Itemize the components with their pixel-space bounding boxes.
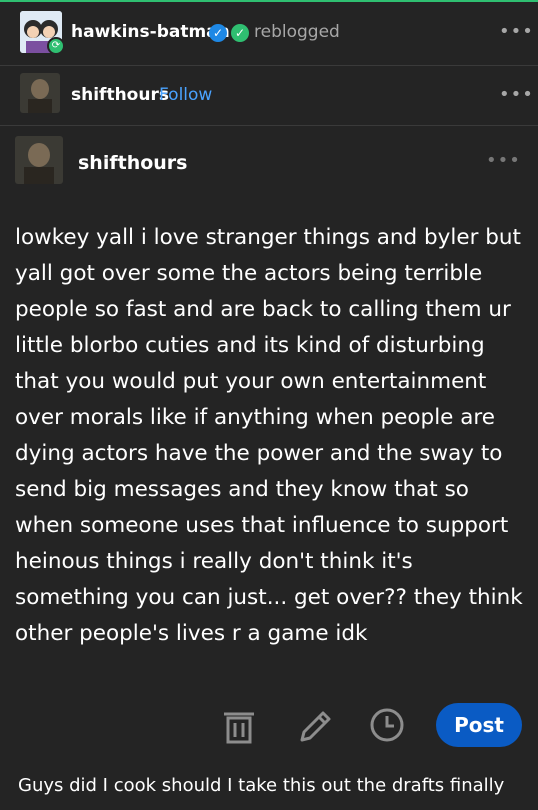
source-username[interactable]: shifthours (71, 85, 169, 105)
source-avatar[interactable] (20, 73, 60, 113)
post-line: lowkey yall i love stranger things and b… (15, 225, 521, 250)
post-line: little blorbo cuties and its kind of dis… (15, 333, 485, 358)
post-body: lowkey yall i love stranger things and b… (15, 220, 525, 652)
post-author[interactable]: shifthours (78, 152, 187, 174)
reblogger-username[interactable]: hawkins-batman (71, 22, 230, 42)
post-line: send big messages and they know that so (15, 477, 469, 502)
source-more-icon[interactable]: ••• (499, 86, 534, 104)
post-line: that you would put your own entertainmen… (15, 369, 487, 394)
top-accent-bar (0, 0, 538, 2)
post-more-icon[interactable]: ••• (486, 152, 521, 170)
follow-button[interactable]: Follow (159, 85, 212, 105)
source-divider (0, 125, 538, 126)
post-line: other people's lives r a game idk (15, 621, 368, 646)
author-avatar[interactable] (15, 136, 63, 184)
post-line: when someone uses that influence to supp… (15, 513, 509, 538)
more-horizontal-icon[interactable]: ••• (499, 23, 534, 41)
verified-blue-icon: ✓ (209, 24, 227, 42)
caption-text: Guys did I cook should I take this out t… (18, 775, 505, 796)
reblogged-label: reblogged (254, 22, 340, 42)
header-divider (0, 65, 538, 66)
clock-icon[interactable] (368, 706, 406, 748)
pencil-icon[interactable] (298, 708, 332, 748)
post-line: yall got over some the actors being terr… (15, 261, 483, 286)
verified-green-icon: ✓ (231, 24, 249, 42)
post-line: people so fast and are back to calling t… (15, 297, 511, 322)
post-line: over morals like if anything when people… (15, 405, 496, 430)
post-line: something you can just... get over?? the… (15, 585, 523, 610)
post-button[interactable]: Post (436, 703, 522, 747)
post-line: heinous things i really don't think it's (15, 549, 413, 574)
trash-icon[interactable] (222, 708, 256, 748)
reblog-badge-icon: ⟳ (47, 37, 65, 55)
post-line: dying actors have the power and the sway… (15, 441, 503, 466)
